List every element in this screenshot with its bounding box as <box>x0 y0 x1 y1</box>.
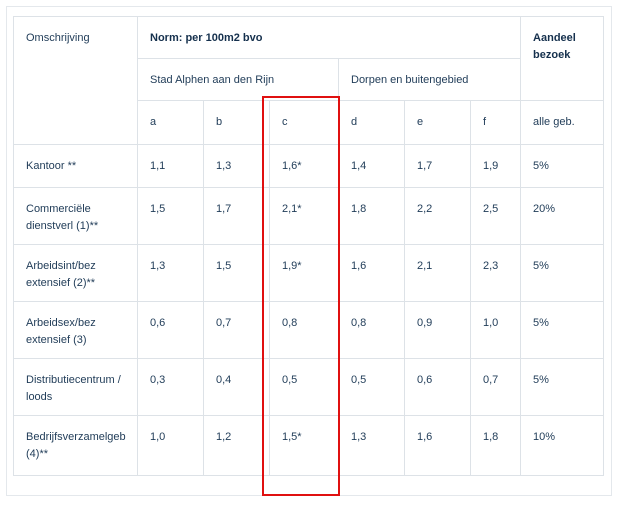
value-cell-c: 0,5 <box>269 358 339 416</box>
value-cell-f: 1,9 <box>469 144 522 188</box>
value-cell-b: 1,7 <box>203 187 270 245</box>
share-cell: 10% <box>520 415 605 476</box>
value-cell-f: 1,8 <box>469 415 522 476</box>
header-col-d: d <box>338 100 405 145</box>
header-share: Aandeel bezoek <box>520 16 605 101</box>
value-cell-b: 1,2 <box>203 415 270 476</box>
share-cell: 20% <box>520 187 605 245</box>
share-cell: 5% <box>520 358 605 416</box>
header-all-areas: alle geb. <box>520 100 605 145</box>
value-cell-b: 0,7 <box>203 301 270 359</box>
value-cell-a: 1,0 <box>137 415 204 476</box>
row-label: Commerciële dienstverl (1)** <box>13 187 138 245</box>
row-label: Arbeidsex/bez extensief (3) <box>13 301 138 359</box>
row-label: Bedrijfsverzamelgeb (4)** <box>13 415 138 476</box>
value-cell-e: 0,6 <box>404 358 471 416</box>
table-row: Commerciële dienstverl (1)** 1,5 1,7 2,1* 1,… <box>13 187 605 245</box>
share-cell: 5% <box>520 244 605 302</box>
header-col-f: f <box>469 100 522 145</box>
value-cell-e: 0,9 <box>404 301 471 359</box>
table-row: Bedrijfsverzamelgeb (4)** 1,0 1,2 1,5* 1,3 1,… <box>13 415 605 476</box>
value-cell-d: 1,4 <box>338 144 405 188</box>
row-label: Distributiecentrum / loods <box>13 358 138 416</box>
value-cell-d: 1,8 <box>338 187 405 245</box>
row-label: Kantoor ** <box>13 144 138 188</box>
header-col-a: a <box>137 100 204 145</box>
header-city: Stad Alphen aan den Rijn <box>137 58 339 101</box>
header-description: Omschrijving <box>13 16 138 145</box>
value-cell-f: 1,0 <box>469 301 522 359</box>
value-cell-a: 0,3 <box>137 358 204 416</box>
value-cell-c: 1,9* <box>269 244 339 302</box>
header-col-e: e <box>404 100 471 145</box>
value-cell-a: 1,5 <box>137 187 204 245</box>
value-cell-d: 0,8 <box>338 301 405 359</box>
value-cell-c: 1,5* <box>269 415 339 476</box>
value-cell-d: 0,5 <box>338 358 405 416</box>
value-cell-d: 1,6 <box>338 244 405 302</box>
table-row: Arbeidsint/bez extensief (2)** 1,3 1,5 1,9*… <box>13 244 605 302</box>
value-cell-f: 0,7 <box>469 358 522 416</box>
value-cell-a: 1,3 <box>137 244 204 302</box>
value-cell-a: 1,1 <box>137 144 204 188</box>
value-cell-c: 1,6* <box>269 144 339 188</box>
header-col-b: b <box>203 100 270 145</box>
value-cell-c: 2,1* <box>269 187 339 245</box>
value-cell-f: 2,5 <box>469 187 522 245</box>
table-row: Arbeidsex/bez extensief (3) 0,6 0,7 0,8 0,8 0… <box>13 301 605 359</box>
value-cell-e: 2,1 <box>404 244 471 302</box>
row-label: Arbeidsint/bez extensief (2)** <box>13 244 138 302</box>
value-cell-c: 0,8 <box>269 301 339 359</box>
table-row: Distributiecentrum / loods 0,3 0,4 0,5 0,5 0,… <box>13 358 605 416</box>
value-cell-e: 1,7 <box>404 144 471 188</box>
parking-norm-table: Omschrijving Norm: per 100m2 bvo Aandeel… <box>13 16 605 476</box>
value-cell-e: 1,6 <box>404 415 471 476</box>
value-cell-d: 1,3 <box>338 415 405 476</box>
value-cell-b: 1,3 <box>203 144 270 188</box>
table-row: Kantoor ** 1,1 1,3 1,6* 1,4 1,7 1,9 5% <box>13 144 605 188</box>
share-cell: 5% <box>520 144 605 188</box>
value-cell-b: 1,5 <box>203 244 270 302</box>
value-cell-a: 0,6 <box>137 301 204 359</box>
value-cell-b: 0,4 <box>203 358 270 416</box>
header-villages: Dorpen en buitengebied <box>337 58 522 101</box>
header-col-c: c <box>269 100 339 145</box>
value-cell-f: 2,3 <box>469 244 522 302</box>
header-norm: Norm: per 100m2 bvo <box>136 16 522 59</box>
value-cell-e: 2,2 <box>404 187 471 245</box>
share-cell: 5% <box>520 301 605 359</box>
